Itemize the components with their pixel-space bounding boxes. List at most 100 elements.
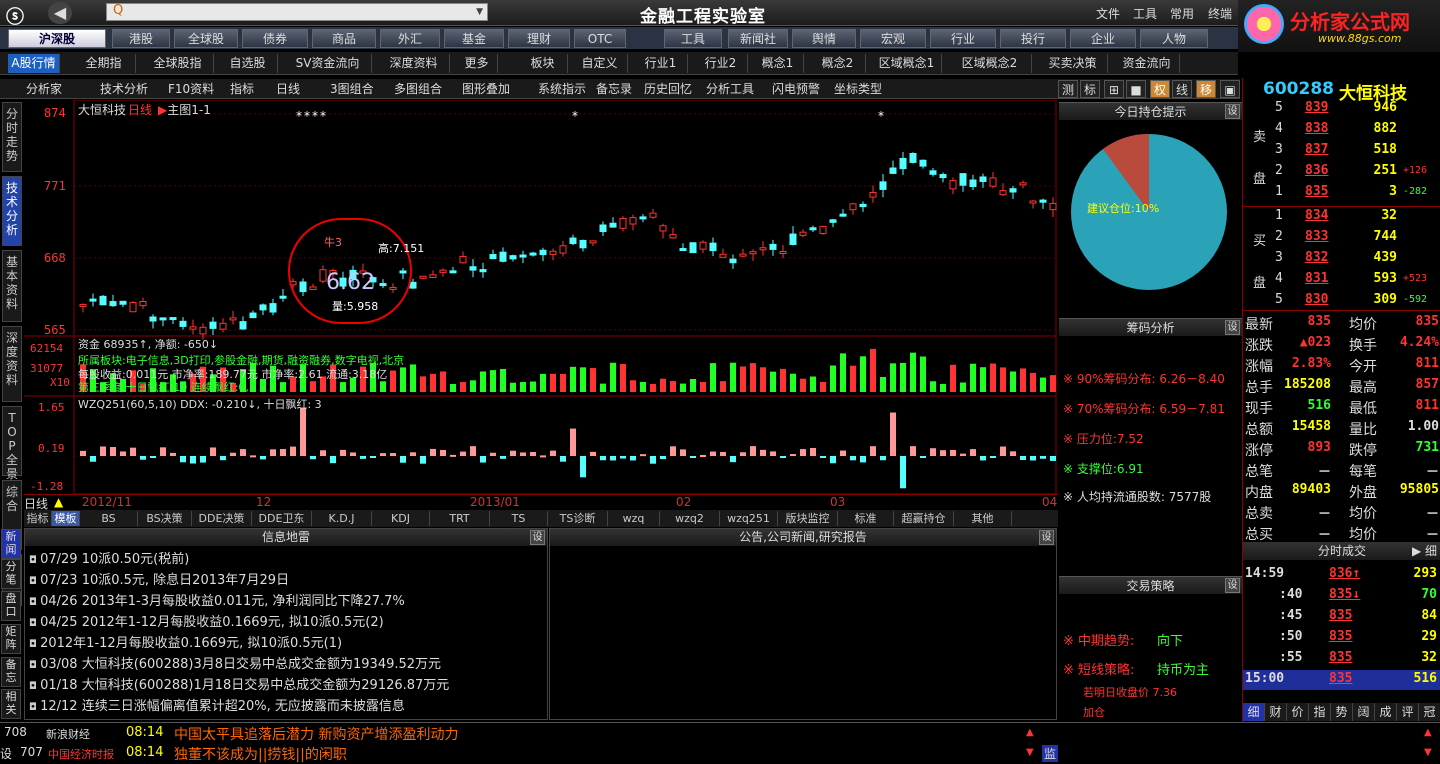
indicator-tab-5[interactable]: DDE卫东	[252, 511, 312, 526]
tick-price[interactable]: 836↑	[1329, 566, 1360, 581]
detail-tab-5[interactable]: 阔	[1353, 703, 1375, 721]
indicator-tab-1[interactable]: 模板	[52, 511, 80, 526]
indicator-tab-12[interactable]: wzq2	[660, 511, 720, 526]
tab-3[interactable]: 债券	[242, 29, 308, 48]
period-marker-icon[interactable]: ▲	[54, 495, 63, 509]
board-tab-12[interactable]: 概念2	[810, 54, 866, 73]
news-item[interactable]: ◘ 04/26 2013年1-3月每股收益0.011元, 净利润同比下降27.7…	[29, 590, 405, 609]
tick-price[interactable]: 835	[1329, 671, 1352, 686]
tab-10[interactable]: 新闻社	[728, 29, 788, 48]
settings-button[interactable]: 设	[1225, 320, 1240, 335]
toolbar-right-3[interactable]: ■	[1126, 80, 1146, 98]
indicator-tab-8[interactable]: TRT	[430, 511, 490, 526]
detail-tab-2[interactable]: 价	[1287, 703, 1309, 721]
board-tab-11[interactable]: 概念1	[752, 54, 804, 73]
settings-button[interactable]: 设	[1039, 530, 1054, 545]
scroll-down-icon[interactable]: ▼	[1424, 747, 1432, 758]
toolbar-item-8[interactable]: 系统指示	[538, 80, 586, 98]
tab-15[interactable]: 企业	[1070, 29, 1136, 48]
board-tab-9[interactable]: 行业1	[634, 54, 688, 73]
toolbar-item-12[interactable]: 闪电预警	[772, 80, 820, 98]
toolbar-item-3[interactable]: 指标	[230, 80, 254, 98]
indicator-tab-4[interactable]: DDE决策	[192, 511, 252, 526]
news-item[interactable]: ◘ 07/29 10派0.50元(税前)	[29, 548, 189, 567]
sell-price[interactable]: 838	[1305, 121, 1328, 136]
detail-tab-6[interactable]: 成	[1375, 703, 1397, 721]
news-side-tab-5[interactable]: 相关	[1, 689, 21, 719]
news-text[interactable]: 2012年1-12月每股收益0.1669元, 拟10派0.5元(1)	[40, 636, 342, 651]
tab-1[interactable]: 港股	[112, 29, 170, 48]
sell-price[interactable]: 839	[1305, 100, 1328, 115]
tab-12[interactable]: 宏观	[860, 29, 926, 48]
detail-tab-4[interactable]: 势	[1331, 703, 1353, 721]
indicator-tab-11[interactable]: wzq	[608, 511, 660, 526]
indicator-tab-9[interactable]: TS	[490, 511, 548, 526]
board-tab-13[interactable]: 区域概念1	[872, 54, 942, 73]
toolbar-right-0[interactable]: 测	[1058, 80, 1078, 98]
tab-2[interactable]: 全球股	[174, 29, 238, 48]
indicator-tab-6[interactable]: K.D.J	[312, 511, 372, 526]
tab-11[interactable]: 舆情	[792, 29, 856, 48]
detail-tab-8[interactable]: 冠	[1419, 703, 1440, 721]
toolbar-item-2[interactable]: F10资料	[168, 80, 214, 98]
toolbar-item-6[interactable]: 多图组合	[394, 80, 442, 98]
detail-tab-3[interactable]: 指	[1309, 703, 1331, 721]
tab-14[interactable]: 投行	[1000, 29, 1066, 48]
sidebar-tab-2[interactable]: 基本资料	[2, 250, 22, 322]
toolbar-right-7[interactable]: ▣	[1220, 80, 1240, 98]
board-tab-4[interactable]: SV资金流向	[284, 54, 372, 73]
toolbar-item-7[interactable]: 图形叠加	[462, 80, 510, 98]
tick-price[interactable]: 835↓	[1329, 587, 1360, 602]
tab-6[interactable]: 基金	[444, 29, 504, 48]
search-input[interactable]: Q ▼	[106, 3, 488, 21]
sidebar-tab-3[interactable]: 深度资料	[2, 326, 22, 402]
news-text[interactable]: 07/23 10派0.5元, 除息日2013年7月29日	[40, 573, 289, 588]
menu-tools[interactable]: 工具	[1133, 5, 1157, 22]
ticks-detail-button[interactable]: ▶ 细	[1412, 542, 1437, 560]
news-item[interactable]: ◘ 07/23 10派0.5元, 除息日2013年7月29日	[29, 569, 289, 588]
tab-13[interactable]: 行业	[930, 29, 996, 48]
indicator-tab-13[interactable]: wzq251	[720, 511, 778, 526]
menu-common[interactable]: 常用	[1170, 5, 1194, 22]
board-tab-10[interactable]: 行业2	[694, 54, 748, 73]
sell-price[interactable]: 836	[1305, 163, 1328, 178]
news-side-tab-2[interactable]: 盘口	[1, 591, 21, 621]
toolbar-right-1[interactable]: 标	[1080, 80, 1100, 98]
indicator-tab-3[interactable]: BS决策	[138, 511, 192, 526]
toolbar-item-9[interactable]: 备忘录	[596, 80, 632, 98]
board-tab-6[interactable]: 更多	[456, 54, 498, 73]
board-tab-3[interactable]: 自选股	[218, 54, 278, 73]
news-item[interactable]: ◘ 03/08 大恒科技(600288)3月8日交易中总成交金额为19349.5…	[29, 653, 441, 672]
toolbar-item-5[interactable]: 3图组合	[330, 80, 374, 98]
news-item[interactable]: ◘ 04/25 2012年1-12月每股收益0.1669元, 拟10派0.5元(…	[29, 611, 384, 630]
news-side-tab-4[interactable]: 备忘	[1, 657, 21, 687]
news-text[interactable]: 04/26 2013年1-3月每股收益0.011元, 净利润同比下降27.7%	[40, 594, 405, 609]
tab-4[interactable]: 商品	[312, 29, 376, 48]
toolbar-item-0[interactable]: 分析家	[26, 80, 62, 98]
board-tab-8[interactable]: 自定义	[572, 54, 628, 73]
toolbar-item-10[interactable]: 历史回忆	[644, 80, 692, 98]
sidebar-tab-4[interactable]: TOP全景	[2, 406, 22, 481]
tick-price[interactable]: 835	[1329, 629, 1352, 644]
buy-price[interactable]: 833	[1305, 229, 1328, 244]
toolbar-item-1[interactable]: 技术分析	[100, 80, 148, 98]
toolbar-right-2[interactable]: ⊞	[1104, 80, 1124, 98]
news-side-tab-1[interactable]: 分笔	[1, 559, 21, 589]
settings-button[interactable]: 设	[1225, 578, 1240, 593]
news-text[interactable]: 03/08 大恒科技(600288)3月8日交易中总成交金额为19349.52万…	[40, 657, 441, 672]
tab-16[interactable]: 人物	[1140, 29, 1208, 48]
tab-7[interactable]: 理财	[508, 29, 570, 48]
tick-price[interactable]: 835	[1329, 650, 1352, 665]
detail-tab-0[interactable]: 细	[1243, 703, 1265, 721]
buy-price[interactable]: 834	[1305, 208, 1328, 223]
tab-9[interactable]: 工具	[664, 29, 722, 48]
news-text[interactable]: 12/12 连续三日涨幅偏离值累计超20%, 无应披露而未披露信息	[40, 699, 405, 714]
ticker-headline[interactable]: 中国太平具追落后潜力 新购资产增添盈利动力	[174, 724, 458, 744]
scroll-up-icon[interactable]: ▲	[1026, 727, 1034, 738]
buy-price[interactable]: 830	[1305, 292, 1328, 307]
toolbar-right-4[interactable]: 权	[1150, 80, 1170, 98]
indicator-tab-7[interactable]: KDJ	[372, 511, 430, 526]
news-text[interactable]: 04/25 2012年1-12月每股收益0.1669元, 拟10派0.5元(2)	[40, 615, 384, 630]
buy-price[interactable]: 832	[1305, 250, 1328, 265]
detail-tab-7[interactable]: 评	[1397, 703, 1419, 721]
